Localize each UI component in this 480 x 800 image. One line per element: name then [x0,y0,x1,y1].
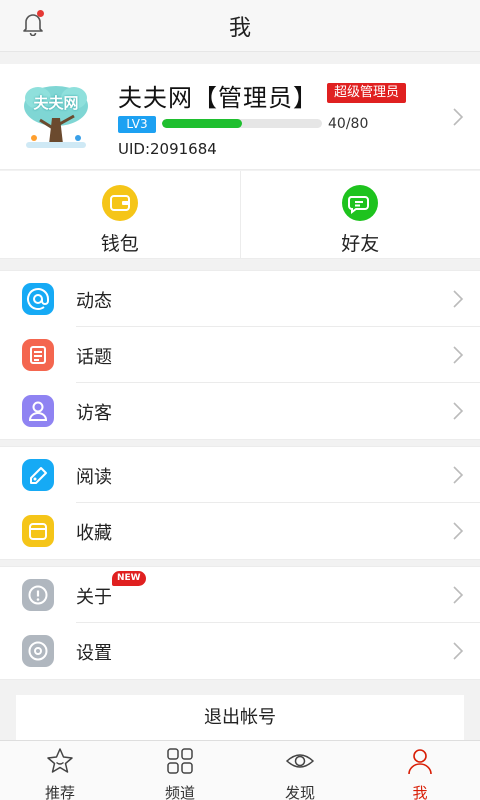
chevron-right-icon [453,402,464,420]
menu-item-label: 阅读 [76,467,112,488]
nav-label: 推荐 [44,784,75,800]
menu-item-label: 动态 [76,291,112,312]
tile-wallet-label: 钱包 [100,233,139,255]
tile-friends-label: 好友 [341,233,380,255]
top-bar: 我 [0,0,480,52]
nav-tab-discover[interactable]: 发现 [240,741,360,800]
new-badge: NEW [112,571,146,586]
eye-icon [285,754,315,768]
chevron-right-icon [453,108,464,126]
wallet-icon [101,185,138,221]
menu-item-label: 设置 [76,643,112,664]
tile-wallet[interactable]: 钱包 [0,171,240,258]
chevron-right-icon [453,522,464,540]
info-icon [22,579,54,611]
level-progress-text: 40/80 [328,116,369,132]
nav-tab-channels[interactable]: 频道 [120,741,240,800]
profile-card[interactable]: 夫夫网 夫夫网【管理员】 超级管理员 LV3 40/80 UID:2091684 [0,64,480,170]
nav-label: 频道 [164,784,195,800]
user-id: UID:2091684 [118,140,217,158]
menu-item-about[interactable]: 关于 NEW [0,567,480,623]
menu-item-label: 访客 [76,403,112,424]
folder-icon [22,515,54,547]
logout-button[interactable]: 退出帐号 [16,695,464,741]
level-badge: LV3 [118,116,156,133]
at-icon [22,283,54,315]
chevron-right-icon [453,586,464,604]
chat-icon [342,185,379,221]
level-progress-fill [162,119,242,128]
nav-tab-recommend[interactable]: 推荐 [0,741,120,800]
menu-item-dynamics[interactable]: 动态 [0,271,480,327]
chevron-right-icon [453,346,464,364]
avatar[interactable]: 夫夫网 [16,78,96,158]
username: 夫夫网【管理员】 [118,84,318,112]
grid-icon [167,748,193,774]
user-icon [408,749,432,775]
menu-item-topics[interactable]: 话题 [0,327,480,383]
menu-item-label: 话题 [76,347,112,368]
quick-tiles: 钱包 好友 [0,171,480,259]
chevron-right-icon [453,642,464,660]
menu-item-visitors[interactable]: 访客 [0,383,480,439]
menu-item-reading[interactable]: 阅读 [0,447,480,503]
bottom-nav: 推荐 频道 发现 我 [0,740,480,800]
tag-icon [22,459,54,491]
menu-group-content: 阅读 收藏 [0,446,480,560]
topic-icon [22,339,54,371]
tile-friends[interactable]: 好友 [239,171,480,258]
person-icon [22,395,54,427]
nav-label: 我 [412,784,428,800]
avatar-text: 夫夫网 [33,94,79,112]
menu-group-social: 动态 话题 访客 [0,270,480,440]
nav-label: 发现 [284,784,315,800]
chevron-right-icon [453,466,464,484]
nav-tab-me[interactable]: 我 [360,741,480,800]
gear-icon [22,635,54,667]
admin-role-badge: 超级管理员 [327,83,407,103]
menu-item-label: 收藏 [76,523,112,544]
menu-item-settings[interactable]: 设置 [0,623,480,679]
menu-item-favorites[interactable]: 收藏 [0,503,480,559]
level-progress-bar [162,119,322,128]
chevron-right-icon [453,290,464,308]
menu-item-label: 关于 [76,587,112,608]
page-title: 我 [228,16,251,41]
star-icon [47,748,73,773]
menu-group-system: 关于 NEW 设置 [0,566,480,680]
